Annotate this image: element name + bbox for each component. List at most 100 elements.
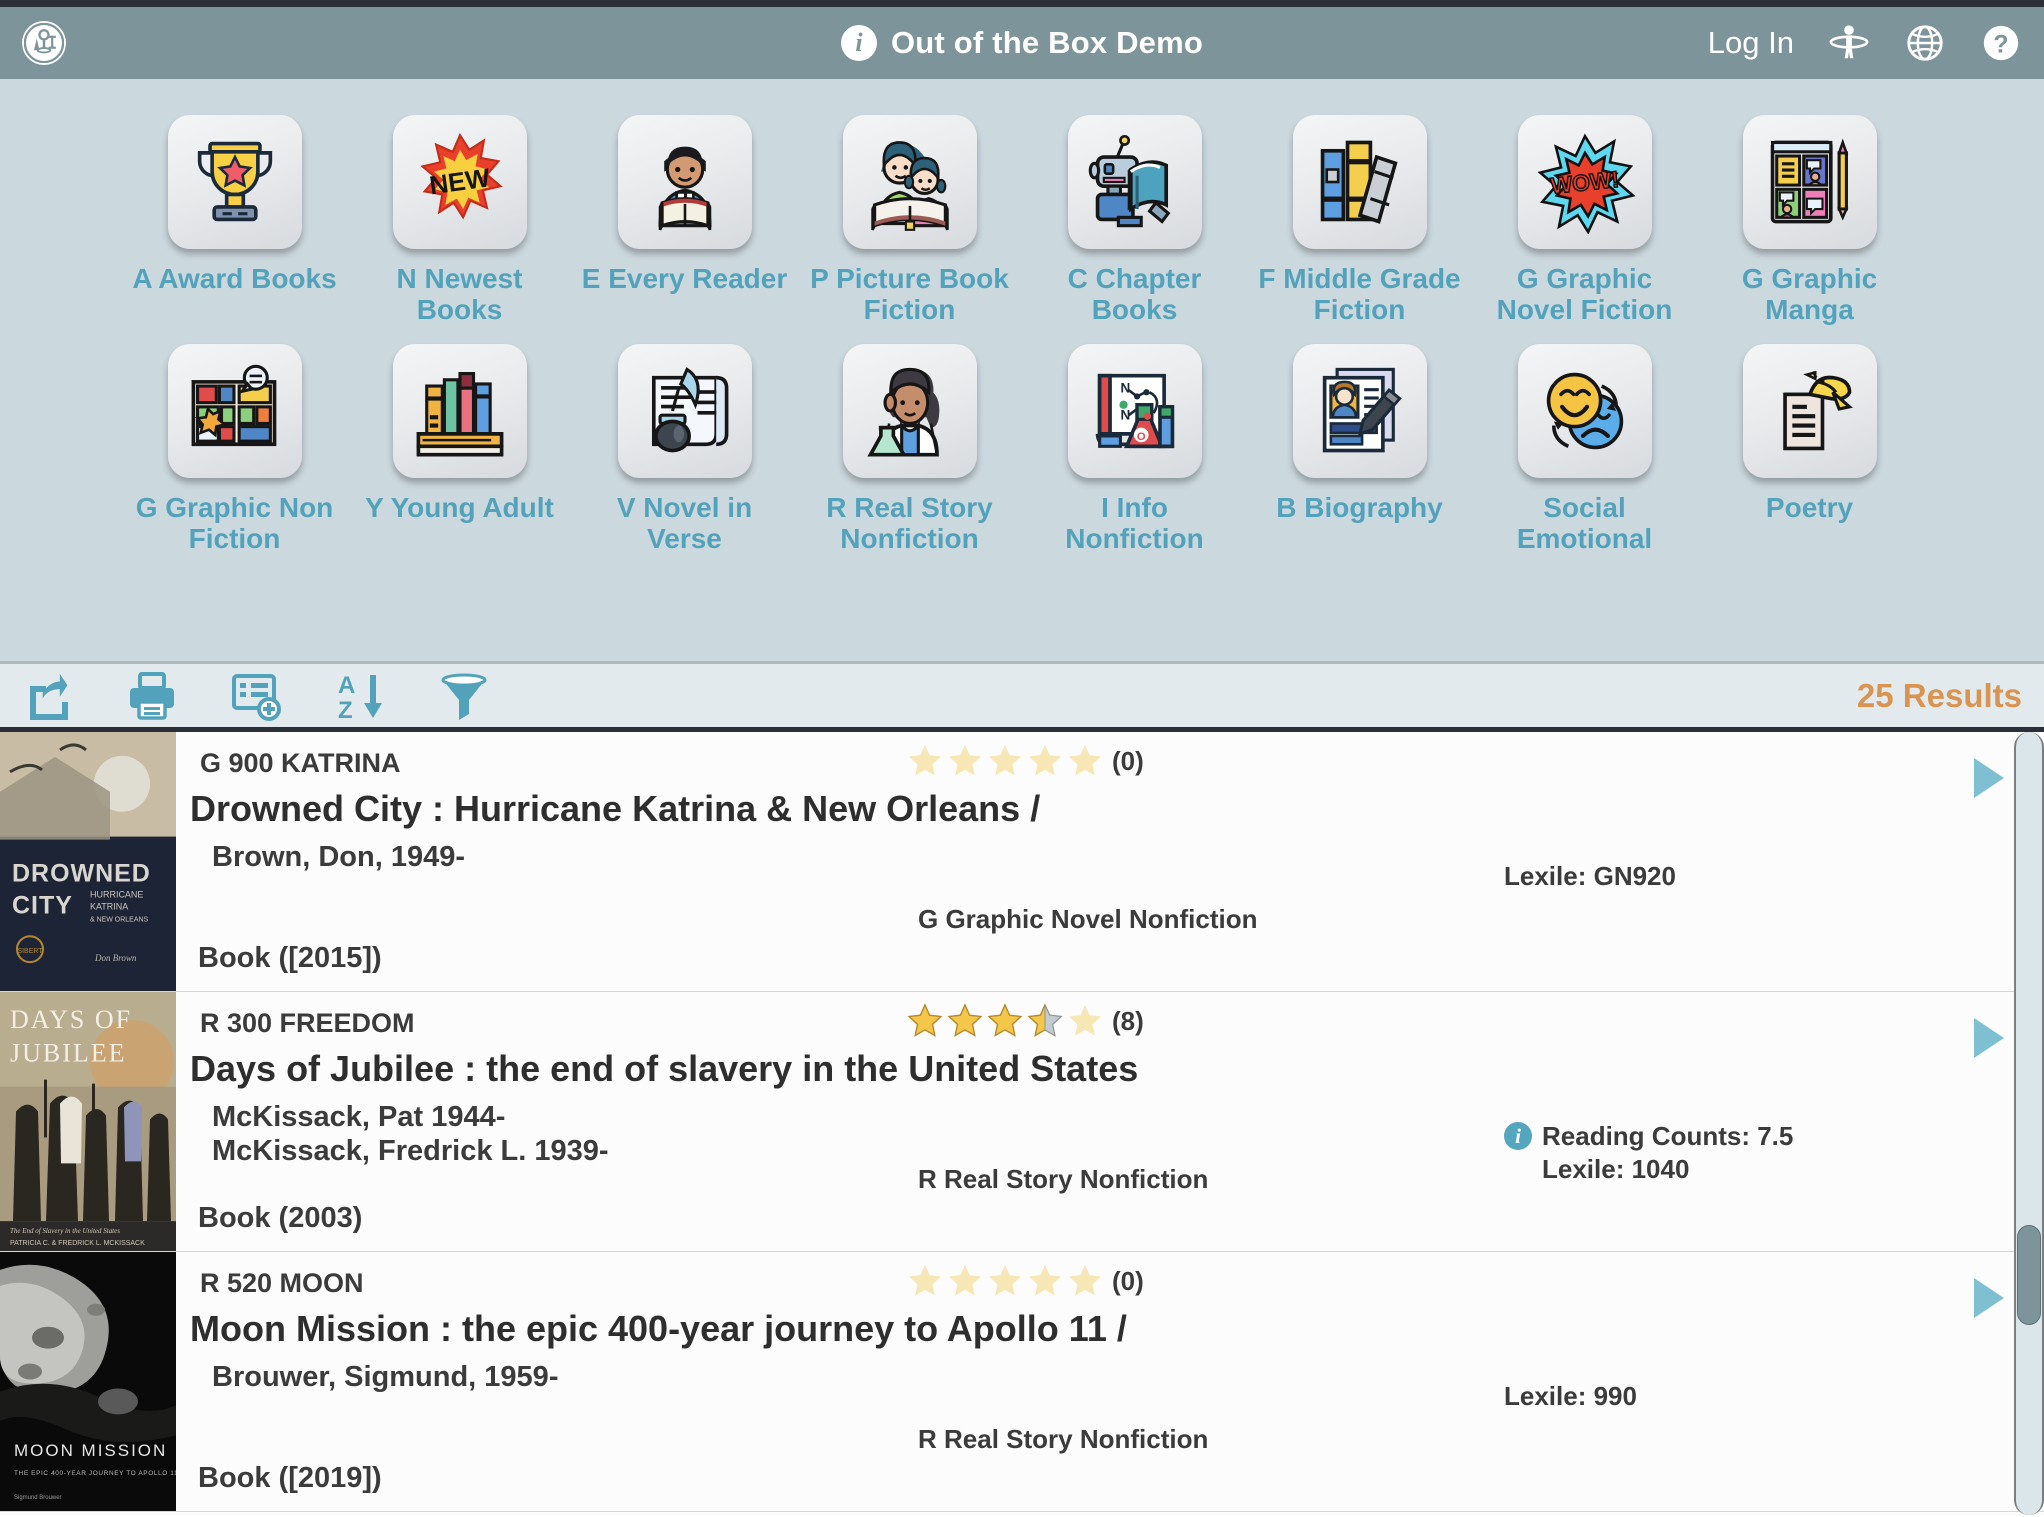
star-icon-pale	[1029, 745, 1061, 776]
filter-icon[interactable]	[438, 670, 490, 722]
result-authors: Brown, Don, 1949-	[212, 840, 465, 874]
rating-count: (0)	[1112, 745, 1144, 776]
new-burst-icon[interactable]: NEW	[392, 115, 527, 249]
result-reading-metadata: Lexile: 990	[1504, 1380, 1924, 1413]
star-icon-pale	[949, 745, 981, 776]
result-rating[interactable]: (8)	[906, 1002, 1144, 1040]
svg-text:?: ?	[1993, 32, 2008, 59]
library-logo-icon[interactable]	[22, 21, 66, 65]
two-readers-icon[interactable]	[842, 115, 977, 249]
result-rating[interactable]: (0)	[906, 1262, 1144, 1300]
results-scrollbar[interactable]	[2014, 732, 2044, 1515]
category-label: F Middle Grade Fiction	[1258, 263, 1461, 326]
result-genre: G Graphic Novel Nonfiction	[918, 904, 1258, 934]
results-list: DROWNED CITY HURRICANE KATRINA & NEW ORL…	[0, 732, 2044, 1515]
category-tile-social-emotional[interactable]: Social Emotional	[1472, 343, 1697, 555]
expand-result-arrow[interactable]	[1974, 758, 2004, 798]
print-icon[interactable]	[126, 670, 178, 722]
expand-result-arrow[interactable]	[1974, 1278, 2004, 1318]
category-tile-g-graphic-novel-fiction[interactable]: WOW! G Graphic Novel Fiction	[1472, 115, 1697, 326]
wow-burst-icon[interactable]: WOW!	[1517, 115, 1652, 249]
svg-text:JUBILEE: JUBILEE	[10, 1039, 127, 1068]
result-genre: R Real Story Nonfiction	[918, 1424, 1209, 1454]
result-call-number: R 520 MOON	[200, 1268, 364, 1298]
category-tile-e-every-reader[interactable]: E Every Reader	[572, 115, 797, 294]
result-meta-label: Lexile: 990	[1504, 1381, 1637, 1411]
category-browse-panel: A Award Books NEW N Newest Books E Every…	[0, 79, 2044, 664]
svg-text:& NEW ORLEANS: & NEW ORLEANS	[90, 916, 149, 923]
book-cover-image[interactable]: DROWNED CITY HURRICANE KATRINA & NEW ORL…	[0, 732, 176, 991]
result-row[interactable]: DROWNED CITY HURRICANE KATRINA & NEW ORL…	[0, 732, 2044, 992]
books-row-icon[interactable]	[392, 343, 527, 478]
quill-scroll-icon[interactable]	[617, 343, 752, 478]
svg-text:DAYS OF: DAYS OF	[10, 1005, 132, 1034]
category-tile-y-young-adult[interactable]: Y Young Adult	[347, 343, 572, 523]
category-label: Y Young Adult	[365, 491, 554, 523]
chemistry-book-icon[interactable]: N N O	[1067, 343, 1202, 478]
emotions-faces-icon[interactable]	[1517, 343, 1652, 478]
result-authors: Brouwer, Sigmund, 1959-	[212, 1360, 558, 1394]
category-tile-g-graphic-manga[interactable]: G Graphic Manga	[1697, 115, 1922, 326]
book-cover-image[interactable]: MOON MISSION THE EPIC 400-YEAR JOURNEY T…	[0, 1252, 176, 1511]
expand-result-arrow[interactable]	[1974, 1018, 2004, 1058]
category-tile-a-award-books[interactable]: A Award Books	[122, 115, 347, 294]
category-tile-b-biography[interactable]: B Biography	[1247, 343, 1472, 523]
category-tile-i-info-nonfiction[interactable]: N N O I Info Nonfiction	[1022, 343, 1247, 555]
result-rating[interactable]: (0)	[906, 742, 1144, 780]
result-call-number: R 300 FREEDOM	[200, 1008, 415, 1038]
result-reading-metadata: i Reading Counts: 7.5 Lexile: 1040	[1504, 1120, 1924, 1185]
comic-panels-icon[interactable]	[1742, 115, 1877, 249]
svg-text:A: A	[338, 672, 355, 699]
add-to-list-icon[interactable]	[230, 670, 282, 722]
result-title[interactable]: Drowned City : Hurricane Katrina & New O…	[190, 788, 1040, 830]
category-tile-r-real-story-nonfiction[interactable]: R Real Story Nonfiction	[797, 343, 1022, 555]
category-tile-v-novel-in-verse[interactable]: V Novel in Verse	[572, 343, 797, 555]
category-label: P Picture Book Fiction	[810, 263, 1009, 326]
result-row[interactable]: MOON MISSION THE EPIC 400-YEAR JOURNEY T…	[0, 1252, 2044, 1512]
result-author: Brouwer, Sigmund, 1959-	[212, 1361, 559, 1393]
category-tile-g-graphic-non-fiction[interactable]: G Graphic Non Fiction	[122, 343, 347, 555]
result-author: Brown, Don, 1949-	[212, 841, 465, 873]
category-label: E Every Reader	[581, 263, 788, 294]
accessibility-icon[interactable]	[1828, 22, 1870, 64]
results-toolbar: A Z 25 Results	[0, 664, 2044, 732]
window-top-strip	[0, 0, 2044, 7]
log-in-button[interactable]: Log In	[1708, 25, 1794, 61]
globe-icon[interactable]	[1904, 22, 1946, 64]
result-title[interactable]: Moon Mission : the epic 400-year journey…	[190, 1308, 1127, 1350]
reading-program-info-icon[interactable]: i	[1504, 1122, 1532, 1151]
robot-reading-icon[interactable]	[1067, 115, 1202, 249]
category-tile-p-picture-book-fiction[interactable]: P Picture Book Fiction	[797, 115, 1022, 326]
book-cover-image[interactable]: DAYS OF JUBILEE The End of Slavery in th…	[0, 992, 176, 1251]
info-icon[interactable]: i	[840, 25, 877, 61]
result-call-number: G 900 KATRINA	[200, 748, 401, 778]
category-label: G Graphic Manga	[1741, 263, 1878, 326]
bird-poem-icon[interactable]	[1742, 343, 1877, 478]
comic-grid-icon[interactable]	[167, 343, 302, 478]
category-tile-poetry[interactable]: Poetry	[1697, 343, 1922, 523]
profile-document-icon[interactable]	[1292, 343, 1427, 478]
category-tile-n-newest-books[interactable]: NEW N Newest Books	[347, 115, 572, 326]
star-icon-pale	[949, 1265, 981, 1296]
share-icon[interactable]	[22, 670, 74, 722]
scrollbar-thumb[interactable]	[2017, 1225, 2041, 1326]
svg-text:Don Brown: Don Brown	[94, 953, 137, 963]
toolbar-buttons: A Z	[22, 670, 490, 722]
category-label: Poetry	[1765, 491, 1854, 523]
child-reading-icon[interactable]	[617, 115, 752, 249]
star-icon-full	[907, 1003, 943, 1037]
result-details: R 520 MOON (0) Moon Mission : the epic 4…	[176, 1252, 2044, 1511]
sort-az-icon[interactable]: A Z	[334, 670, 386, 722]
svg-text:Sigmund Brouwer: Sigmund Brouwer	[14, 1495, 62, 1501]
trophy-icon[interactable]	[167, 115, 302, 249]
scientist-icon[interactable]	[842, 343, 977, 478]
category-row-2: G Graphic Non Fiction Y Young Adult V No…	[0, 343, 2044, 555]
result-meta-label: Lexile: 1040	[1542, 1153, 1690, 1184]
result-row[interactable]: DAYS OF JUBILEE The End of Slavery in th…	[0, 992, 2044, 1252]
category-tile-c-chapter-books[interactable]: C Chapter Books	[1022, 115, 1247, 326]
help-icon[interactable]: ?	[1980, 22, 2022, 64]
result-title[interactable]: Days of Jubilee : the end of slavery in …	[190, 1048, 1138, 1090]
star-icon-full	[947, 1003, 983, 1037]
category-tile-f-middle-grade-fiction[interactable]: F Middle Grade Fiction	[1247, 115, 1472, 326]
book-stack-icon[interactable]	[1292, 115, 1427, 249]
